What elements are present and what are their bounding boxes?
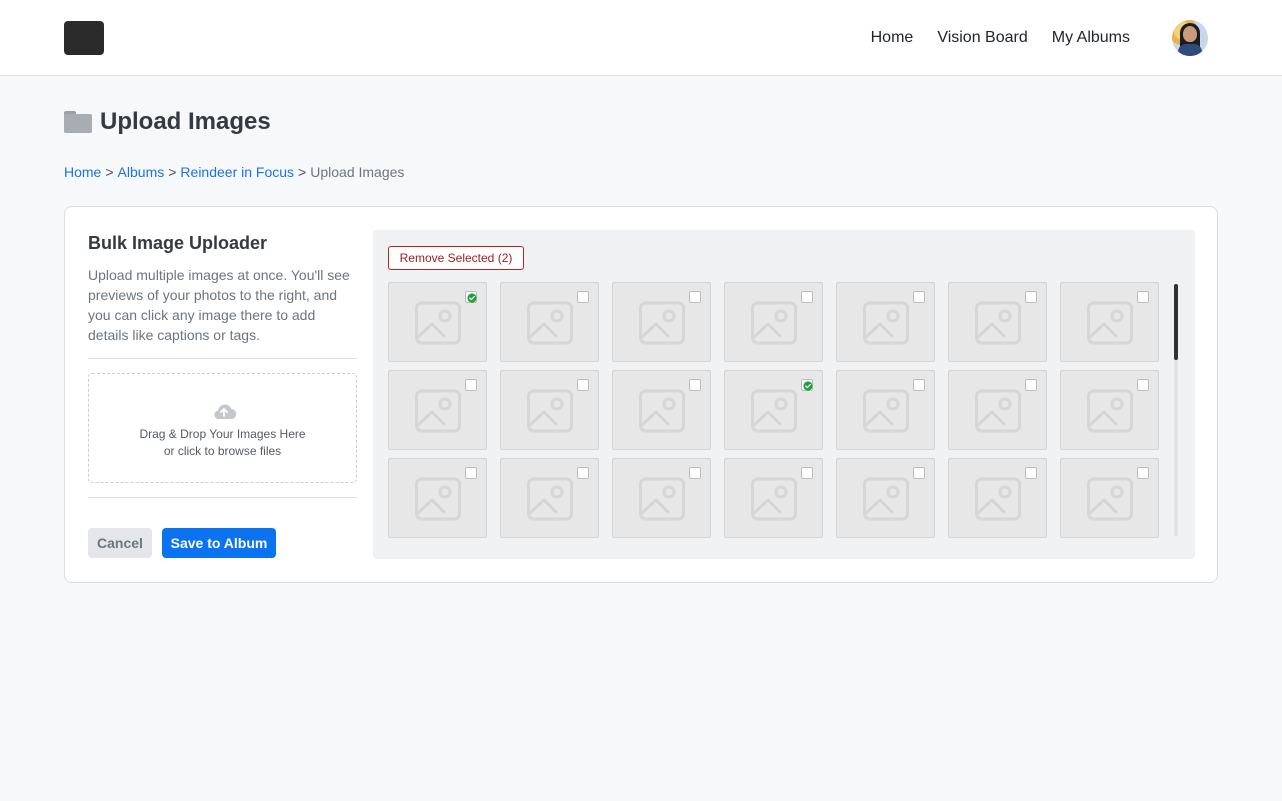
- main-nav: Home Vision Board My Albums: [871, 28, 1130, 48]
- nav-my-albums[interactable]: My Albums: [1052, 28, 1130, 48]
- image-placeholder-icon: [975, 297, 1021, 349]
- breadcrumb-albums[interactable]: Albums: [118, 163, 165, 181]
- breadcrumb-current: Upload Images: [310, 164, 405, 180]
- divider: [88, 358, 357, 359]
- image-placeholder-icon: [1087, 473, 1133, 525]
- nav-vision-board[interactable]: Vision Board: [937, 28, 1027, 48]
- image-thumbnail[interactable]: [388, 282, 487, 362]
- image-thumbnail[interactable]: [612, 370, 711, 450]
- thumbnail-checkbox[interactable]: [1137, 291, 1149, 303]
- thumbnail-checkbox[interactable]: [1025, 291, 1037, 303]
- thumbnail-checkbox[interactable]: [1137, 379, 1149, 391]
- thumbnail-checkbox[interactable]: [689, 291, 701, 303]
- thumbnail-checkbox[interactable]: [801, 467, 813, 479]
- image-placeholder-icon: [863, 385, 909, 437]
- scrollbar-thumb[interactable]: [1174, 284, 1178, 360]
- image-thumbnail[interactable]: [500, 370, 599, 450]
- thumbnail-checkbox[interactable]: [577, 291, 589, 303]
- image-placeholder-icon: [863, 473, 909, 525]
- uploader-card: Bulk Image Uploader Upload multiple imag…: [64, 206, 1218, 583]
- dropzone[interactable]: Drag & Drop Your Images Here or click to…: [88, 373, 357, 483]
- image-placeholder-icon: [415, 297, 461, 349]
- image-thumbnail[interactable]: [724, 458, 823, 538]
- image-thumbnail[interactable]: [836, 282, 935, 362]
- uploader-info: Bulk Image Uploader Upload multiple imag…: [88, 231, 358, 345]
- thumbnail-checkbox[interactable]: [465, 379, 477, 391]
- divider: [88, 497, 357, 498]
- image-placeholder-icon: [639, 473, 685, 525]
- page-title: Upload Images: [100, 108, 271, 135]
- dropzone-secondary-text: or click to browse files: [163, 444, 282, 458]
- image-placeholder-icon: [639, 385, 685, 437]
- breadcrumb-separator: >: [298, 164, 307, 180]
- save-to-album-button[interactable]: Save to Album: [162, 528, 276, 558]
- image-thumbnail[interactable]: [500, 282, 599, 362]
- thumbnail-checkbox[interactable]: [465, 467, 477, 479]
- image-placeholder-icon: [527, 297, 573, 349]
- image-thumbnail[interactable]: [948, 282, 1047, 362]
- image-placeholder-icon: [527, 473, 573, 525]
- thumbnail-grid: [388, 282, 1160, 538]
- user-avatar[interactable]: [1172, 20, 1208, 56]
- image-thumbnail[interactable]: [724, 282, 823, 362]
- brand-logo[interactable]: [64, 21, 104, 55]
- thumbnail-checkbox[interactable]: [801, 291, 813, 303]
- image-thumbnail[interactable]: [948, 370, 1047, 450]
- image-thumbnail[interactable]: [724, 370, 823, 450]
- thumbnail-checkbox-checked[interactable]: [801, 379, 813, 391]
- image-thumbnail[interactable]: [500, 458, 599, 538]
- image-placeholder-icon: [415, 385, 461, 437]
- image-placeholder-icon: [639, 297, 685, 349]
- breadcrumb-separator: >: [168, 164, 177, 180]
- image-placeholder-icon: [527, 385, 573, 437]
- thumbnail-checkbox[interactable]: [913, 467, 925, 479]
- image-placeholder-icon: [863, 297, 909, 349]
- image-thumbnail[interactable]: [948, 458, 1047, 538]
- thumbnail-checkbox[interactable]: [1025, 467, 1037, 479]
- breadcrumb-home[interactable]: Home: [64, 163, 101, 181]
- image-thumbnail[interactable]: [612, 458, 711, 538]
- top-navbar: Home Vision Board My Albums: [0, 0, 1282, 76]
- image-thumbnail[interactable]: [836, 370, 935, 450]
- image-placeholder-icon: [751, 473, 797, 525]
- preview-panel: Remove Selected (2): [373, 230, 1195, 559]
- image-placeholder-icon: [1087, 385, 1133, 437]
- thumbnail-checkbox[interactable]: [1025, 379, 1037, 391]
- image-placeholder-icon: [415, 473, 461, 525]
- avatar-face: [1183, 26, 1197, 42]
- uploader-description: Upload multiple images at once. You'll s…: [88, 267, 350, 343]
- dropzone-primary-text: Drag & Drop Your Images Here: [139, 427, 306, 441]
- folder-icon: [64, 111, 92, 133]
- image-thumbnail[interactable]: [388, 370, 487, 450]
- remove-selected-button[interactable]: Remove Selected (2): [388, 246, 524, 270]
- thumbnail-checkbox[interactable]: [689, 379, 701, 391]
- avatar-shirt: [1178, 44, 1202, 56]
- image-placeholder-icon: [1087, 297, 1133, 349]
- image-thumbnail[interactable]: [1060, 370, 1159, 450]
- image-thumbnail[interactable]: [612, 282, 711, 362]
- page-header: Upload Images: [64, 106, 271, 138]
- image-thumbnail[interactable]: [836, 458, 935, 538]
- nav-home[interactable]: Home: [871, 28, 914, 48]
- thumbnail-checkbox[interactable]: [1137, 467, 1149, 479]
- thumbnail-checkbox[interactable]: [689, 467, 701, 479]
- uploader-title: Bulk Image Uploader: [88, 233, 268, 253]
- thumbnail-checkbox-checked[interactable]: [465, 291, 477, 303]
- image-placeholder-icon: [975, 473, 1021, 525]
- image-thumbnail[interactable]: [388, 458, 487, 538]
- image-placeholder-icon: [975, 385, 1021, 437]
- breadcrumb-separator: >: [105, 164, 114, 180]
- cancel-button[interactable]: Cancel: [88, 528, 152, 558]
- image-thumbnail[interactable]: [1060, 458, 1159, 538]
- thumbnail-checkbox[interactable]: [913, 291, 925, 303]
- breadcrumb: Home > Albums > Reindeer in Focus > Uplo…: [64, 163, 404, 181]
- image-placeholder-icon: [751, 385, 797, 437]
- thumbnail-checkbox[interactable]: [577, 467, 589, 479]
- image-thumbnail[interactable]: [1060, 282, 1159, 362]
- thumbnail-checkbox[interactable]: [577, 379, 589, 391]
- breadcrumb-album[interactable]: Reindeer in Focus: [180, 163, 294, 181]
- cloud-upload-icon: [214, 404, 237, 420]
- image-placeholder-icon: [751, 297, 797, 349]
- thumbnail-checkbox[interactable]: [913, 379, 925, 391]
